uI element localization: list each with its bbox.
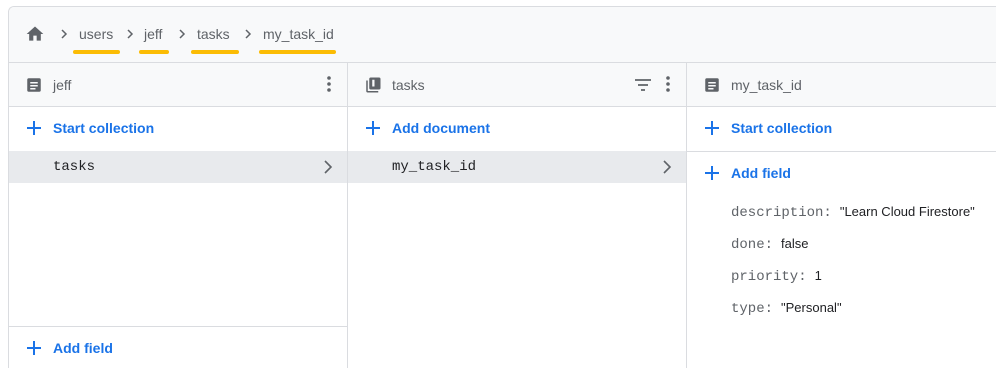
add-icon [366, 121, 380, 135]
document-icon [27, 78, 41, 92]
collection-row-tasks[interactable]: tasks [9, 151, 347, 183]
field-key: type: [731, 301, 774, 317]
field-key: priority: [731, 269, 807, 285]
field-value: "Personal" [781, 300, 842, 315]
add-document-label: Add document [392, 120, 490, 136]
breadcrumb-item-tasks[interactable]: tasks [197, 26, 230, 42]
field-row[interactable]: done: false [731, 236, 808, 253]
add-field-label: Add field [731, 165, 791, 181]
panel-header: jeff [9, 63, 347, 107]
document-panel: jeff Start collection tasks Add field [9, 63, 348, 368]
more-vert-icon[interactable] [323, 74, 335, 94]
panel-title: tasks [392, 77, 425, 93]
start-collection-label: Start collection [731, 120, 833, 136]
field-key: done: [731, 237, 774, 253]
field-value: false [781, 236, 809, 251]
highlight-underline [191, 50, 239, 54]
panel-title: my_task_id [731, 77, 802, 93]
panel-header: my_task_id [687, 63, 996, 107]
panel-header: tasks [348, 63, 686, 107]
collection-icon [366, 77, 381, 93]
field-key: description: [731, 205, 832, 221]
document-row-my-task-id[interactable]: my_task_id [348, 151, 686, 183]
panel-title: jeff [53, 77, 72, 93]
add-field-button[interactable]: Add field [703, 163, 791, 183]
start-collection-label: Start collection [53, 120, 155, 136]
add-field-button[interactable]: Add field [25, 338, 113, 358]
document-detail-panel: my_task_id Start collection Add field de… [687, 63, 996, 368]
highlight-underline [139, 50, 169, 54]
add-icon [27, 121, 41, 135]
chevron-right-icon [179, 29, 186, 39]
field-row[interactable]: type: "Personal" [731, 300, 842, 317]
add-icon [705, 166, 719, 180]
add-field-label: Add field [53, 340, 113, 356]
start-collection-button[interactable]: Start collection [703, 118, 832, 138]
chevron-right-icon [324, 160, 333, 174]
more-vert-icon[interactable] [662, 74, 674, 94]
chevron-right-icon [127, 29, 134, 39]
home-icon[interactable] [25, 24, 45, 44]
filter-list-icon[interactable] [634, 76, 652, 94]
add-icon [27, 341, 41, 355]
firestore-data-viewer: users jeff tasks my_task_id jeff Start c… [8, 6, 996, 368]
chevron-right-icon [663, 160, 672, 174]
divider [687, 151, 996, 152]
add-document-button[interactable]: Add document [364, 118, 490, 138]
collection-panel: tasks Add document my_task_id [348, 63, 687, 368]
breadcrumb-item-my-task-id[interactable]: my_task_id [263, 26, 334, 42]
breadcrumb: users jeff tasks my_task_id [9, 7, 996, 63]
highlight-underline [73, 50, 120, 54]
breadcrumb-item-users[interactable]: users [79, 26, 113, 42]
collection-name: tasks [53, 159, 96, 175]
divider [9, 326, 347, 327]
document-icon [705, 78, 719, 92]
field-value: "Learn Cloud Firestore" [839, 204, 975, 219]
start-collection-button[interactable]: Start collection [25, 118, 154, 138]
chevron-right-icon [61, 29, 68, 39]
add-icon [705, 121, 719, 135]
field-row[interactable]: description: "Learn Cloud Firestore" [731, 204, 975, 221]
highlight-underline [259, 50, 336, 54]
chevron-right-icon [245, 29, 252, 39]
document-id: my_task_id [392, 159, 477, 175]
field-value: 1 [814, 268, 822, 283]
field-row[interactable]: priority: 1 [731, 268, 822, 285]
breadcrumb-item-jeff[interactable]: jeff [144, 26, 162, 42]
